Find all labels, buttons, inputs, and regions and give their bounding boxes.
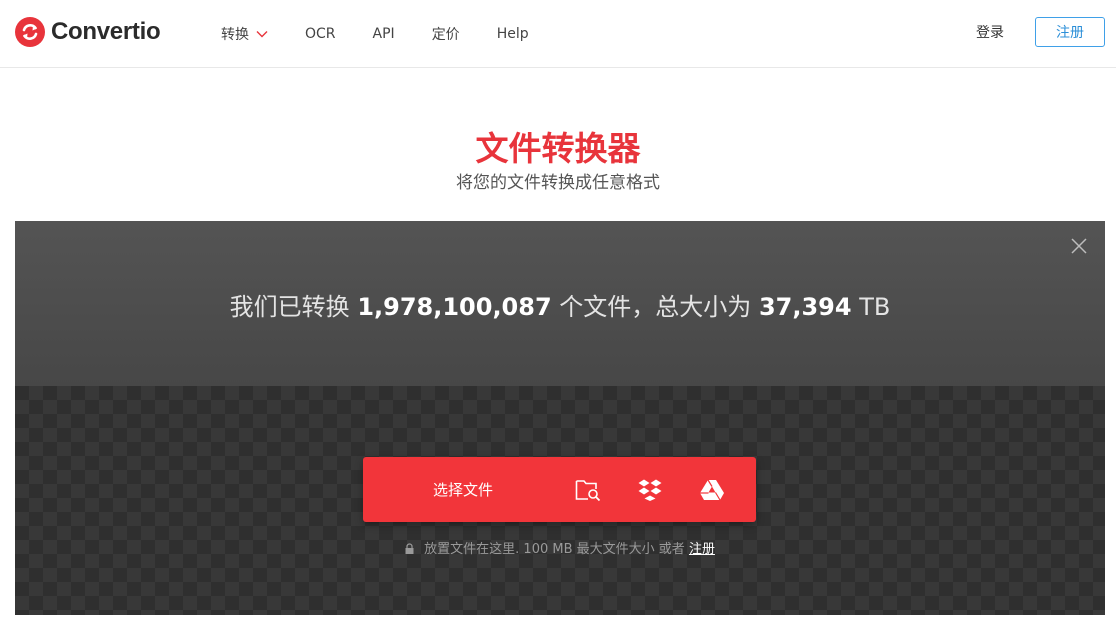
nav-ocr[interactable]: OCR (305, 26, 336, 42)
files-count: 1,978,100,087 (357, 293, 552, 321)
convertio-logo-icon (15, 17, 45, 47)
nav-convert-label: 转换 (221, 27, 249, 43)
signup-button[interactable]: 注册 (1035, 17, 1105, 47)
stats-prefix: 我们已转换 (229, 293, 350, 321)
close-icon[interactable] (1070, 237, 1088, 255)
drop-hint: 放置文件在这里. 100 MB 最大文件大小 或者 注册 (15, 538, 1105, 557)
main-nav: 转换 OCR API 定价 Help (221, 0, 566, 68)
nav-help[interactable]: Help (497, 26, 529, 42)
page-subtitle: 将您的文件转换成任意格式 (456, 173, 660, 193)
folder-search-icon[interactable] (575, 477, 601, 503)
choose-files-label[interactable]: 选择文件 (433, 479, 493, 500)
drop-hint-text: 放置文件在这里. 100 MB 最大文件大小 或者 (424, 542, 685, 557)
top-header: Convertio 转换 OCR API 定价 Help 登录 注册 (0, 0, 1116, 68)
lock-icon (405, 543, 414, 554)
convertio-logo[interactable]: Convertio (15, 16, 161, 48)
register-link[interactable]: 注册 (689, 542, 715, 557)
total-size: 37,394 (758, 293, 852, 321)
nav-convert[interactable]: 转换 (221, 24, 268, 44)
upload-panel: 我们已转换 1,978,100,087 个文件，总大小为 37,394 TB 选… (15, 221, 1105, 615)
page-title: 文件转换器 (475, 129, 641, 168)
stats-middle: 个文件，总大小为 (559, 293, 752, 321)
dropbox-icon[interactable] (637, 477, 663, 503)
nav-api[interactable]: API (373, 26, 395, 42)
size-unit: TB (859, 293, 891, 321)
chevron-down-icon (256, 31, 268, 38)
logo-text: Convertio (51, 18, 161, 45)
login-link[interactable]: 登录 (976, 22, 1004, 42)
nav-pricing[interactable]: 定价 (432, 24, 460, 44)
choose-files-button[interactable]: 选择文件 (363, 457, 756, 522)
google-drive-icon[interactable] (699, 477, 725, 503)
conversion-stats: 我们已转换 1,978,100,087 个文件，总大小为 37,394 TB (15, 287, 1105, 322)
